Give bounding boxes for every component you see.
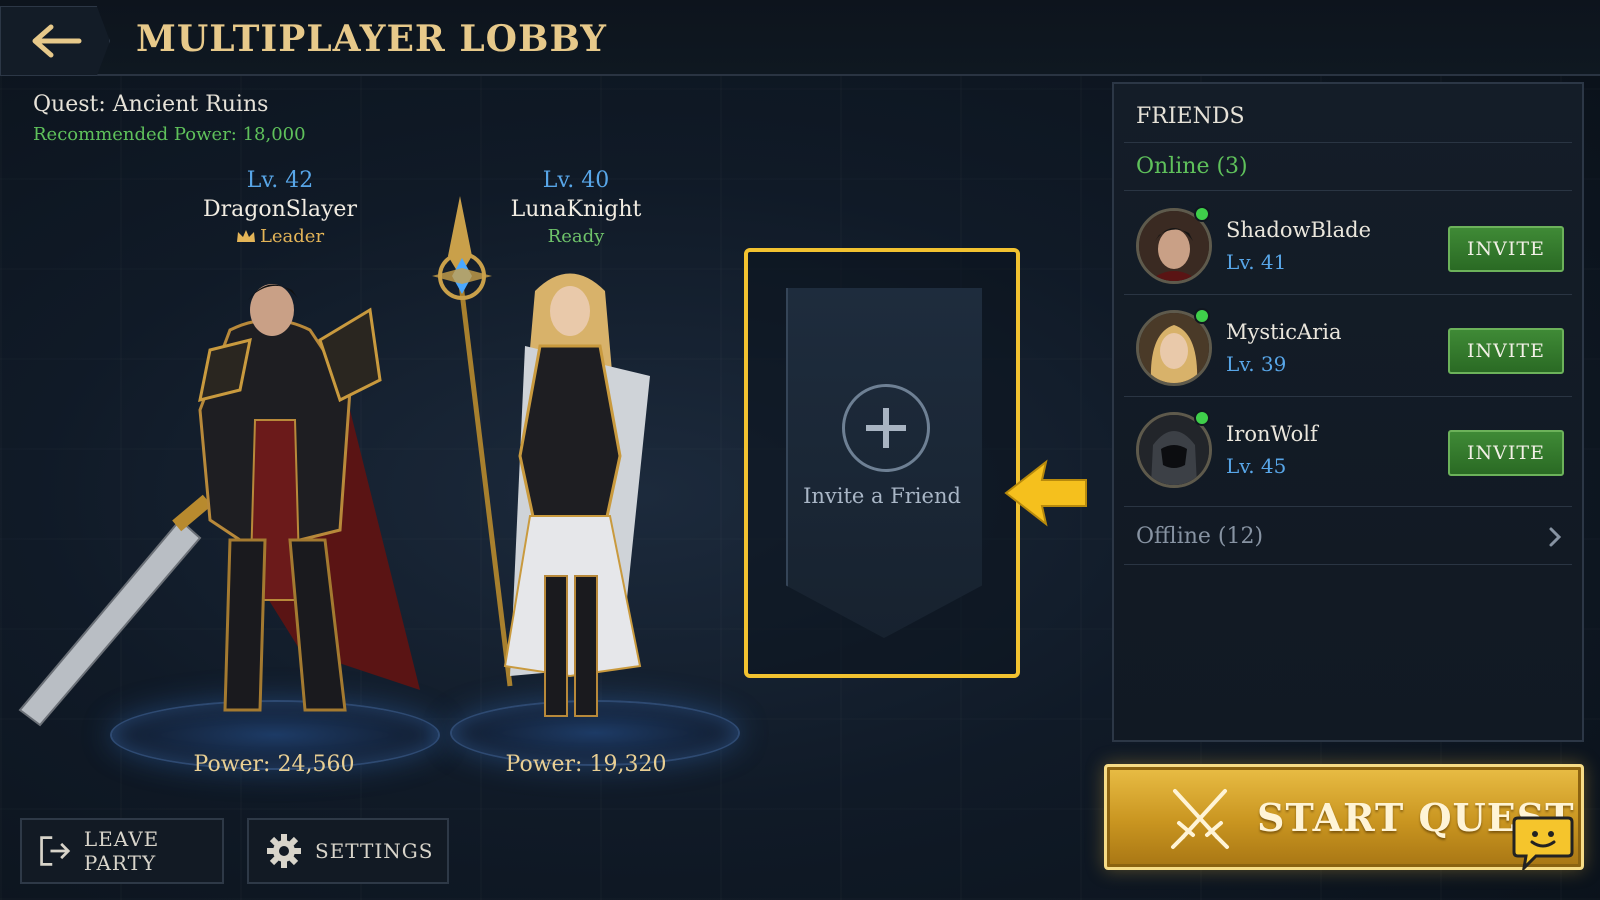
party-member-level: Lv. 42 — [246, 168, 314, 193]
chat-icon[interactable] — [1512, 814, 1574, 870]
party-member-role: Leader — [160, 226, 400, 247]
leave-party-button[interactable]: LEAVE PARTY — [20, 818, 224, 884]
arrow-left-icon — [32, 24, 82, 58]
role-label: Leader — [259, 226, 325, 247]
friends-title: FRIENDS — [1136, 104, 1245, 129]
invite-friend-slot[interactable]: Invite a Friend — [744, 248, 1020, 678]
friend-level: Lv. 45 — [1226, 454, 1287, 478]
offline-section-label: Offline (12) — [1136, 524, 1264, 549]
party-member-power: Power: 24,560 — [193, 752, 355, 777]
settings-button[interactable]: SETTINGS — [247, 818, 449, 884]
gear-icon — [267, 834, 301, 868]
dragonslayer-character[interactable] — [0, 270, 440, 740]
friend-row: IronWolf Lv. 45 INVITE — [1124, 398, 1576, 498]
online-section-label: Online (3) — [1136, 154, 1248, 179]
divider — [1124, 190, 1572, 191]
party-member-1-info: Lv. 42 DragonSlayer Leader — [160, 168, 400, 247]
friend-row: MysticAria Lv. 39 INVITE — [1124, 296, 1576, 396]
online-status-dot — [1194, 206, 1210, 222]
online-status-dot — [1194, 308, 1210, 324]
pointer-arrow-icon — [1004, 459, 1087, 527]
back-button[interactable] — [0, 6, 110, 76]
party-member-power: Power: 19,320 — [505, 752, 667, 777]
friend-name: MysticAria — [1226, 320, 1342, 344]
top-bar: MULTIPLAYER LOBBY — [0, 0, 1600, 76]
friend-name: IronWolf — [1226, 422, 1318, 446]
party-member-level: Lv. 40 — [542, 168, 610, 193]
divider — [1124, 294, 1572, 295]
settings-label: SETTINGS — [315, 839, 434, 863]
invite-friend-label: Invite a Friend — [803, 484, 961, 508]
chevron-right-icon — [1549, 527, 1562, 547]
invite-button[interactable]: INVITE — [1448, 328, 1564, 374]
leave-party-label: LEAVE PARTY — [83, 827, 160, 875]
offline-section-row[interactable]: Offline (12) — [1124, 508, 1576, 564]
lunaknight-character[interactable] — [420, 196, 700, 736]
party-member-name: DragonSlayer — [203, 197, 357, 222]
divider — [1124, 506, 1572, 507]
plus-icon — [842, 384, 930, 472]
crossed-swords-icon — [1171, 789, 1229, 849]
invite-button[interactable]: INVITE — [1448, 430, 1564, 476]
exit-icon — [40, 836, 71, 866]
crown-icon — [236, 230, 255, 242]
friend-name: ShadowBlade — [1226, 218, 1372, 242]
page-title: MULTIPLAYER LOBBY — [136, 18, 607, 60]
recommended-power: Recommended Power: 18,000 — [33, 124, 306, 145]
friend-level: Lv. 39 — [1226, 352, 1287, 376]
divider — [1124, 564, 1572, 565]
divider — [1124, 142, 1572, 143]
friend-row: ShadowBlade Lv. 41 INVITE — [1124, 194, 1576, 294]
invite-button[interactable]: INVITE — [1448, 226, 1564, 272]
online-status-dot — [1194, 410, 1210, 426]
friend-level: Lv. 41 — [1226, 250, 1287, 274]
friends-panel: FRIENDS Online (3) ShadowBlade Lv. 41 IN… — [1112, 82, 1584, 742]
divider — [1124, 396, 1572, 397]
quest-name: Quest: Ancient Ruins — [33, 92, 269, 117]
